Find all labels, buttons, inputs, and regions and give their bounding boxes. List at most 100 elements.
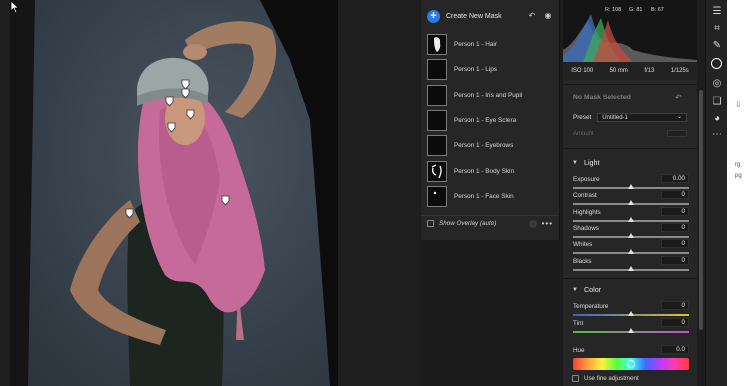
mask-thumbnail — [427, 185, 447, 207]
divider — [563, 148, 697, 149]
portrait-illustration — [10, 0, 338, 386]
preset-select[interactable]: Untitled-1 ⌄ — [597, 113, 687, 122]
mask-item-lips[interactable]: Person 1 - Lips — [427, 57, 559, 82]
light-section-header[interactable]: ▼ Light — [572, 158, 600, 167]
download-icon: ⇩ — [735, 100, 742, 109]
histogram: R: 108 G: 81 B: 67 — [563, 0, 697, 62]
presets-icon[interactable]: ❏ — [711, 96, 723, 108]
exif-shutter: 1/125s — [670, 68, 689, 74]
eye-icon[interactable]: ◉ — [543, 11, 553, 21]
mask-item-label: Person 1 - Hair — [454, 41, 497, 49]
light-heading: Light — [583, 158, 600, 167]
healing-brush-icon[interactable]: ✎ — [711, 40, 723, 52]
sliders-icon[interactable]: ☰ — [711, 6, 723, 18]
reset-icon[interactable]: ↶ — [675, 93, 682, 102]
slider-label: Contrast — [573, 192, 597, 199]
show-overlay-checkbox[interactable] — [427, 220, 434, 227]
mask-item-hair[interactable]: Person 1 - Hair — [427, 32, 559, 57]
undo-icon[interactable]: ↶ — [527, 11, 537, 21]
slider-thumb[interactable] — [628, 233, 634, 238]
slider-thumb[interactable] — [628, 200, 634, 205]
mask-item-face-skin[interactable]: Person 1 - Face Skin — [427, 184, 559, 209]
slider-thumb[interactable] — [628, 184, 634, 189]
mask-thumbnail — [427, 59, 447, 81]
doc-text-fragment: pg — [735, 173, 742, 179]
exif-focal-length: 50 mm — [609, 68, 628, 74]
mask-pin-icon[interactable] — [167, 122, 176, 133]
masks-panel: + Create New Mask ↶ ◉ Person 1 - Hair Pe… — [421, 0, 560, 240]
create-mask-plus-icon[interactable]: + — [427, 9, 440, 23]
histogram-r-readout: R: 108 — [605, 7, 622, 13]
slider-value[interactable]: 0.0 — [661, 345, 689, 354]
histogram-b-readout: B: 67 — [651, 7, 664, 13]
slider-label: Whites — [573, 241, 593, 248]
mask-thumbnail — [427, 135, 447, 157]
mask-item-label: Person 1 - Body Skin — [454, 167, 515, 175]
more-options-icon[interactable]: ••• — [542, 219, 553, 228]
color-section-header[interactable]: ▼ Color — [572, 285, 601, 294]
amount-row: Amount — [573, 130, 687, 137]
slider-value[interactable]: 0 — [661, 223, 689, 232]
more-icon[interactable]: ⋯ — [711, 129, 723, 141]
exif-info: ISO 100 50 mm f/13 1/125s — [563, 62, 697, 80]
mask-pin-icon[interactable] — [186, 109, 195, 120]
overlay-color-button[interactable] — [528, 219, 537, 228]
divider — [563, 84, 697, 85]
red-eye-icon[interactable]: ◎ — [711, 78, 723, 90]
mask-item-eye-sclera[interactable]: Person 1 - Eye Sclera — [427, 108, 559, 133]
slider-thumb[interactable] — [628, 249, 634, 254]
slider-label: Exposure — [573, 176, 600, 183]
fine-adjustment-row: Use fine adjustment — [572, 375, 639, 382]
masking-icon[interactable] — [711, 58, 722, 69]
hue-thumb[interactable] — [627, 360, 635, 368]
fine-adjustment-checkbox[interactable] — [572, 375, 579, 382]
mask-item-eyebrows[interactable]: Person 1 - Eyebrows — [427, 133, 559, 158]
background-document: ⇩ rg pg — [727, 0, 750, 386]
slider-value[interactable]: 0 — [661, 301, 689, 310]
preset-value: Untitled-1 — [602, 115, 628, 121]
slider-thumb[interactable] — [628, 311, 634, 316]
scrollbar-thumb[interactable] — [699, 90, 703, 330]
mask-item-body-skin[interactable]: Person 1 - Body Skin — [427, 158, 559, 183]
histogram-g-readout: G: 81 — [629, 7, 643, 13]
slider-thumb[interactable] — [628, 217, 634, 222]
amount-label: Amount — [573, 130, 594, 137]
image-canvas[interactable] — [0, 0, 420, 386]
slider-value[interactable]: 0 — [661, 318, 689, 327]
create-new-mask-button[interactable]: Create New Mask — [446, 13, 521, 20]
versions-icon[interactable]: ◕ — [711, 113, 723, 125]
slider-label: Blacks — [573, 258, 592, 265]
slider-thumb[interactable] — [628, 266, 634, 271]
amount-input[interactable] — [667, 130, 687, 137]
slider-value[interactable]: 0 — [661, 190, 689, 199]
mask-item-iris-pupil[interactable]: Person 1 - Iris and Pupil — [427, 83, 559, 108]
slider-value[interactable]: 0 — [661, 207, 689, 216]
mask-pin-icon[interactable] — [125, 208, 134, 219]
mask-item-label: Person 1 - Face Skin — [454, 192, 514, 200]
photo[interactable] — [10, 0, 338, 386]
mask-thumbnail — [427, 160, 447, 182]
slider-label: Hue — [573, 347, 585, 354]
mask-pin-icon[interactable] — [221, 195, 230, 206]
mask-thumbnail — [427, 110, 447, 132]
panel-scrollbar[interactable] — [697, 0, 705, 386]
slider-value[interactable]: 0 — [661, 256, 689, 265]
mask-item-label: Person 1 - Eyebrows — [454, 142, 514, 150]
tool-strip: ☰ ⌗ ✎ ◎ ❏ ◕ ⋯ — [705, 0, 727, 386]
preset-row: Preset Untitled-1 ⌄ — [573, 113, 687, 122]
slider-value[interactable]: 0.00 — [661, 174, 689, 183]
slider-thumb[interactable] — [628, 328, 634, 333]
crop-icon[interactable]: ⌗ — [711, 23, 723, 35]
mask-pin-icon[interactable] — [165, 96, 174, 107]
slider-value[interactable]: 0 — [661, 239, 689, 248]
show-overlay-row: Show Overlay (auto) ••• — [421, 215, 559, 231]
mask-pin-icon[interactable] — [181, 88, 190, 99]
slider-label: Tint — [573, 320, 584, 327]
no-mask-selected-label: No Mask Selected — [573, 94, 631, 101]
chevron-down-icon: ▼ — [572, 159, 578, 166]
divider — [563, 278, 697, 279]
mouse-cursor-icon — [10, 0, 20, 14]
doc-text-fragment: rg — [735, 162, 741, 168]
slider-label: Shadows — [573, 225, 599, 232]
mask-list: Person 1 - Hair Person 1 - Lips Person 1… — [421, 32, 559, 209]
